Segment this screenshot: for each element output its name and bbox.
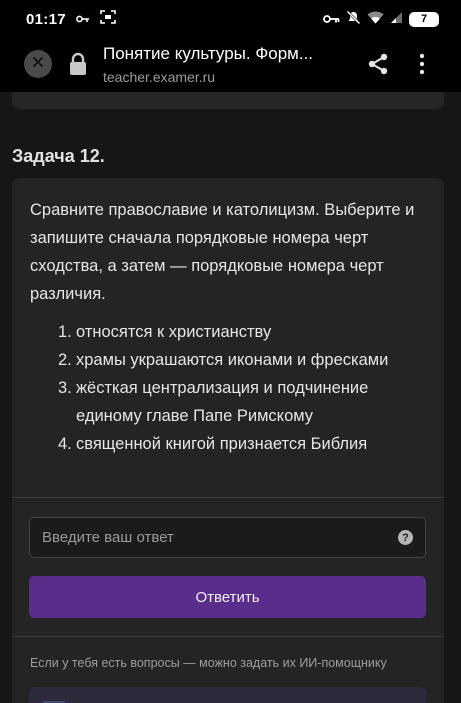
list-item: 1. относятся к христианству bbox=[58, 318, 430, 346]
answer-input[interactable] bbox=[42, 529, 398, 546]
list-item: 3. жёсткая централизация и подчинение еди… bbox=[58, 374, 430, 430]
page-content: Задача 12. Сравните православие и католи… bbox=[0, 92, 461, 703]
option-text: священной книгой признается Библия bbox=[76, 435, 368, 453]
screenshot-icon bbox=[100, 10, 116, 28]
option-number: 4. bbox=[58, 435, 72, 453]
page-host: teacher.examer.ru bbox=[103, 69, 216, 85]
close-icon bbox=[32, 55, 44, 73]
list-item: 2. храмы украшаются иконами и фресками bbox=[58, 346, 430, 374]
submit-answer-button[interactable]: Ответить bbox=[29, 576, 426, 618]
key-icon bbox=[75, 11, 90, 28]
task-question: Сравните православие и католицизм. Выбер… bbox=[30, 201, 415, 303]
option-number: 3. bbox=[58, 379, 72, 397]
task-options: 1. относятся к христианству 2. храмы украш… bbox=[58, 318, 430, 458]
option-number: 2. bbox=[58, 351, 72, 369]
previous-task-card bbox=[12, 92, 444, 109]
mute-icon bbox=[346, 9, 361, 29]
ai-assistant-panel[interactable] bbox=[29, 687, 426, 703]
status-bar: 01:17 7 bbox=[0, 0, 461, 38]
answer-field[interactable]: ? bbox=[29, 517, 426, 558]
list-item: 4. священной книгой признается Библия bbox=[58, 430, 430, 458]
option-number: 1. bbox=[58, 323, 72, 341]
wifi-icon bbox=[367, 11, 384, 28]
share-icon[interactable] bbox=[366, 52, 390, 81]
url-bar[interactable]: Понятие культуры. Форм... teacher.examer… bbox=[103, 44, 363, 85]
divider bbox=[12, 636, 444, 637]
ai-helper-text: Если у тебя есть вопросы — можно задать … bbox=[30, 656, 387, 670]
divider bbox=[12, 497, 444, 498]
signal-icon bbox=[390, 11, 403, 28]
option-text: относятся к христианству bbox=[76, 323, 272, 341]
vpn-key-icon bbox=[323, 11, 340, 28]
option-text: жёсткая централизация и подчинение едино… bbox=[76, 379, 369, 425]
browser-toolbar: Понятие культуры. Форм... teacher.examer… bbox=[0, 38, 461, 92]
help-icon[interactable]: ? bbox=[398, 530, 413, 545]
task-card: Сравните православие и католицизм. Выбер… bbox=[12, 178, 444, 703]
more-vert-icon[interactable] bbox=[418, 52, 426, 81]
option-text: храмы украшаются иконами и фресками bbox=[76, 351, 389, 369]
page-title: Понятие культуры. Форм... bbox=[103, 44, 314, 63]
battery-icon: 7 bbox=[409, 11, 439, 27]
task-title: Задача 12. bbox=[12, 146, 105, 166]
clock: 01:17 bbox=[26, 10, 66, 28]
close-tab-button[interactable] bbox=[24, 50, 52, 78]
lock-icon[interactable] bbox=[68, 52, 88, 81]
